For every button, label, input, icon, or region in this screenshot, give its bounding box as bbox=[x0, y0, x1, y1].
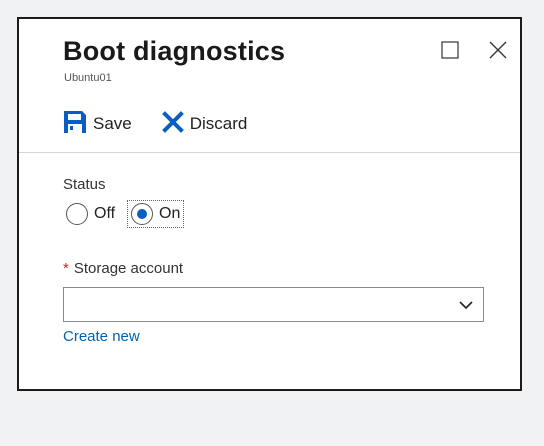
close-button[interactable] bbox=[487, 39, 509, 61]
maximize-button[interactable] bbox=[439, 39, 461, 61]
command-bar: Save Discard bbox=[63, 110, 277, 138]
status-radio-group: Off On bbox=[63, 200, 193, 228]
radio-selected-dot bbox=[137, 209, 148, 219]
radio-on-label: On bbox=[159, 205, 181, 222]
save-button[interactable]: Save bbox=[63, 110, 132, 139]
boot-diagnostics-blade: Boot diagnostics Ubuntu01 Save Discard S… bbox=[17, 17, 522, 391]
discard-label: Discard bbox=[189, 114, 248, 133]
square-maximize-icon bbox=[441, 41, 459, 59]
x-close-icon bbox=[489, 41, 507, 59]
chevron-down-icon bbox=[459, 298, 473, 317]
required-marker: * bbox=[63, 260, 69, 277]
radio-unchecked-icon bbox=[66, 203, 88, 225]
status-radio-off[interactable]: Off bbox=[63, 201, 118, 227]
command-bar-divider bbox=[19, 152, 520, 153]
floppy-disk-icon bbox=[63, 110, 87, 139]
discard-button[interactable]: Discard bbox=[161, 110, 248, 138]
blade-title: Boot diagnostics bbox=[63, 36, 286, 66]
radio-checked-icon bbox=[131, 203, 154, 225]
blade-subtitle: Ubuntu01 bbox=[64, 72, 112, 84]
storage-account-dropdown[interactable] bbox=[63, 287, 484, 322]
create-new-link[interactable]: Create new bbox=[63, 328, 140, 345]
radio-off-label: Off bbox=[94, 205, 116, 222]
status-label: Status bbox=[63, 176, 106, 193]
storage-account-label: * Storage account bbox=[63, 260, 183, 277]
status-radio-on[interactable]: On bbox=[127, 200, 185, 228]
x-discard-icon bbox=[161, 110, 184, 138]
save-label: Save bbox=[93, 114, 132, 133]
storage-account-label-text: Storage account bbox=[73, 260, 184, 277]
